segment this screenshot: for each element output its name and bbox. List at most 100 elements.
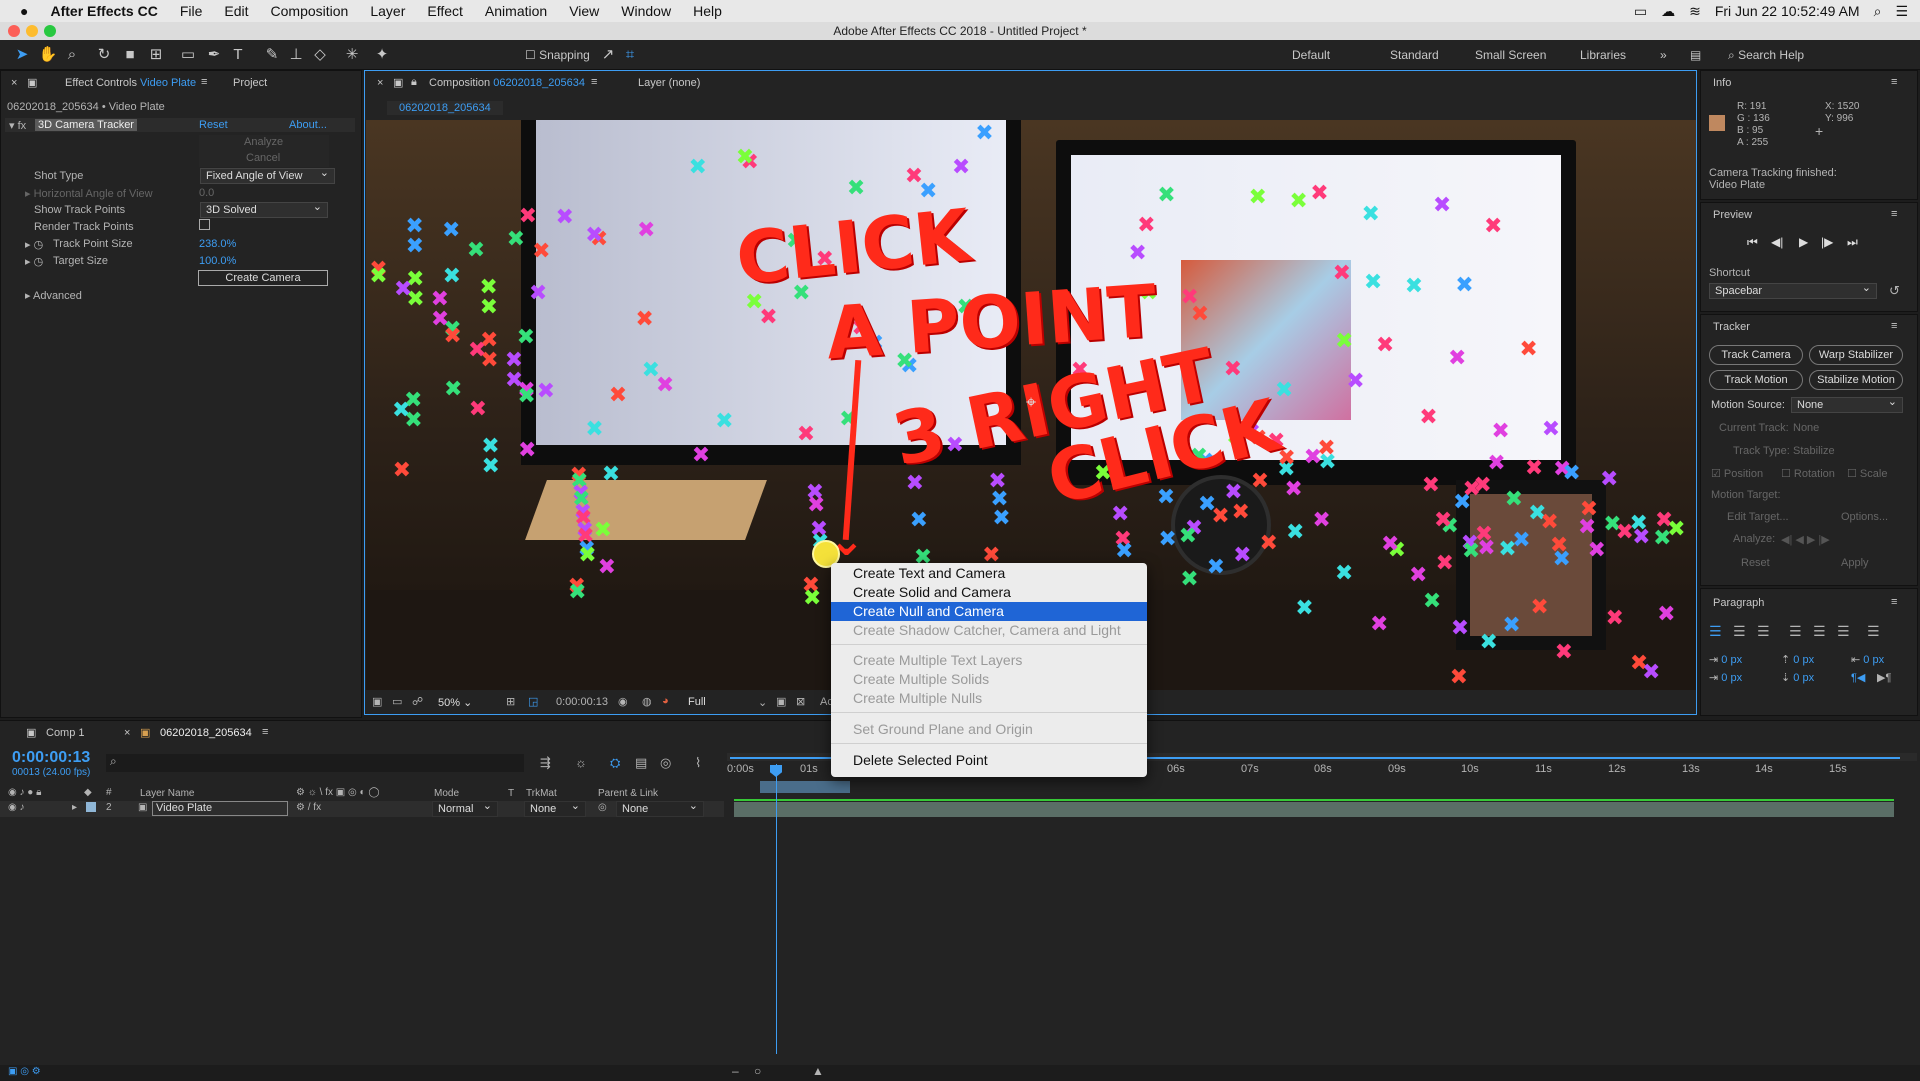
space-after-field[interactable]: ⇣ 0 px: [1781, 671, 1814, 684]
track-point-marker[interactable]: ✖: [1477, 629, 1501, 654]
options-button[interactable]: Options...: [1841, 511, 1888, 523]
warp-stabilizer-button[interactable]: Warp Stabilizer: [1809, 345, 1903, 365]
track-point-marker[interactable]: ✖: [502, 367, 526, 392]
track-point-marker[interactable]: ✖: [477, 294, 501, 319]
workspace-editor-icon[interactable]: ▤: [1690, 48, 1701, 62]
track-point-marker[interactable]: ✖: [1664, 516, 1688, 541]
snapshot-camera-icon[interactable]: ◉: [618, 695, 628, 708]
track-point-marker[interactable]: ✖: [529, 238, 553, 263]
first-line-indent-field[interactable]: ⇥ 0 px: [1709, 671, 1742, 684]
camera-tool-icon[interactable]: ■: [120, 45, 140, 65]
menu-create-solid-and-camera[interactable]: Create Solid and Camera: [831, 583, 1147, 602]
track-point-marker[interactable]: ✖: [465, 337, 489, 362]
timeline-timecode[interactable]: 0:00:00:13: [12, 749, 90, 767]
first-frame-icon[interactable]: ⏮: [1747, 235, 1758, 250]
motion-source-dropdown[interactable]: None: [1791, 395, 1903, 413]
layer-duration-bar[interactable]: [734, 802, 1894, 817]
track-point-marker[interactable]: ✖: [1310, 507, 1334, 532]
track-point-marker[interactable]: ✖: [479, 453, 503, 478]
menu-layer[interactable]: Layer: [370, 3, 405, 19]
panel-menu-icon[interactable]: ≡: [201, 76, 207, 88]
wifi-icon[interactable]: ≋: [1689, 3, 1701, 20]
info-menu-icon[interactable]: ≡: [1891, 76, 1897, 88]
cancel-button[interactable]: Cancel: [246, 152, 280, 164]
comp-lock-icon[interactable]: 🔒︎: [411, 76, 417, 89]
align-left-icon[interactable]: ☰: [1709, 623, 1722, 640]
effect-panel-close-icon[interactable]: ×: [11, 77, 17, 89]
track-point-marker[interactable]: ✖: [902, 164, 926, 188]
puppet-pin-tool-icon[interactable]: ✦: [372, 45, 392, 65]
shortcut-dropdown[interactable]: Spacebar: [1709, 281, 1877, 299]
track-point-marker[interactable]: ✖: [907, 508, 931, 532]
track-point-marker[interactable]: ✖: [1293, 596, 1317, 620]
comp-mini-flowchart-icon[interactable]: ⇶: [540, 755, 551, 771]
track-point-marker[interactable]: ✖: [1447, 665, 1471, 689]
timeline-tab-comp1[interactable]: Comp 1: [46, 727, 85, 739]
track-point-marker[interactable]: ✖: [989, 505, 1013, 530]
track-point-marker[interactable]: ✖: [367, 263, 391, 288]
track-point-marker[interactable]: ✖: [466, 397, 490, 421]
apple-icon[interactable]: ●: [20, 3, 28, 19]
track-point-marker[interactable]: ✖: [1639, 659, 1663, 684]
fit-icon[interactable]: ⊞: [506, 695, 515, 708]
layer-parent-dropdown[interactable]: None: [616, 799, 704, 817]
timeline-search-input[interactable]: ⌕: [106, 754, 524, 772]
track-point-marker[interactable]: ✖: [1230, 543, 1254, 567]
ltr-direction-icon[interactable]: ¶◀: [1851, 671, 1865, 684]
project-tab[interactable]: Project: [233, 77, 267, 89]
track-point-marker[interactable]: ✖: [439, 217, 463, 242]
current-track-value[interactable]: None: [1793, 422, 1819, 434]
track-point-marker[interactable]: ✖: [1178, 284, 1202, 309]
parent-pickwhip-icon[interactable]: ◎: [598, 802, 607, 813]
playhead-handle[interactable]: [770, 765, 782, 777]
track-point-marker[interactable]: ✖: [1552, 640, 1576, 664]
track-point-marker[interactable]: ✖: [553, 204, 577, 229]
track-point-marker[interactable]: ✖: [1654, 601, 1678, 626]
render-track-points-checkbox[interactable]: [199, 219, 210, 230]
layer-label-color[interactable]: [86, 802, 96, 812]
track-point-marker[interactable]: ✖: [391, 277, 415, 301]
track-point-marker[interactable]: ✖: [1603, 605, 1627, 630]
notification-center-icon[interactable]: ☰: [1895, 3, 1908, 20]
track-point-marker[interactable]: ✖: [804, 492, 828, 517]
comp-panel-menu-icon[interactable]: ≡: [591, 76, 597, 88]
track-point-marker[interactable]: ✖: [515, 437, 539, 462]
track-point-marker[interactable]: ✖: [1500, 612, 1524, 637]
motion-blur-icon[interactable]: ◎: [660, 755, 671, 771]
menu-create-multiple-text-layers[interactable]: Create Multiple Text Layers: [831, 651, 1147, 670]
menu-delete-selected-point[interactable]: Delete Selected Point: [831, 751, 1147, 770]
layer-mode-dropdown[interactable]: Normal: [432, 799, 498, 817]
track-point-marker[interactable]: ✖: [712, 408, 736, 433]
reset-shortcut-icon[interactable]: ↺: [1889, 283, 1900, 299]
zoom-tool-icon[interactable]: ⌕: [62, 45, 82, 65]
track-point-marker[interactable]: ✖: [1373, 332, 1397, 357]
track-point-marker[interactable]: ✖: [949, 154, 973, 179]
screen-icon[interactable]: ▭: [1634, 3, 1647, 20]
menu-create-null-and-camera[interactable]: Create Null and Camera: [831, 602, 1147, 621]
effect-fx-icon[interactable]: ▾ fx: [9, 119, 26, 132]
resolution-chevron-icon[interactable]: ⌄: [758, 696, 767, 709]
menu-composition[interactable]: Composition: [271, 3, 349, 19]
about-button[interactable]: About...: [289, 119, 327, 131]
track-point-marker[interactable]: ✖: [1378, 531, 1402, 556]
track-point-marker[interactable]: ✖: [516, 203, 540, 228]
track-point-marker[interactable]: ✖: [1134, 212, 1158, 237]
track-point-marker[interactable]: ✖: [1176, 523, 1200, 548]
snap-options-icon[interactable]: ↗: [598, 45, 618, 65]
track-point-marker[interactable]: ✖: [1481, 213, 1505, 238]
composition-tab[interactable]: Composition 06202018_205634: [429, 77, 585, 89]
work-area-range[interactable]: [760, 781, 850, 793]
track-point-marker[interactable]: ✖: [1402, 274, 1426, 298]
menu-animation[interactable]: Animation: [485, 3, 547, 19]
menu-edit[interactable]: Edit: [224, 3, 248, 19]
menu-create-text-and-camera[interactable]: Create Text and Camera: [831, 564, 1147, 583]
track-point-marker[interactable]: ✖: [1330, 260, 1354, 285]
timeline-tab-comp2[interactable]: 06202018_205634: [160, 727, 252, 739]
track-point-marker[interactable]: ✖: [1126, 241, 1150, 265]
channel-icon[interactable]: ◕: [662, 695, 669, 707]
track-point-marker[interactable]: ✖: [583, 416, 607, 441]
track-point-marker[interactable]: ✖: [1522, 456, 1546, 480]
reset-button[interactable]: Reset: [199, 119, 228, 131]
track-point-marker[interactable]: ✖: [606, 382, 630, 407]
track-point-marker[interactable]: ✖: [1433, 550, 1457, 575]
